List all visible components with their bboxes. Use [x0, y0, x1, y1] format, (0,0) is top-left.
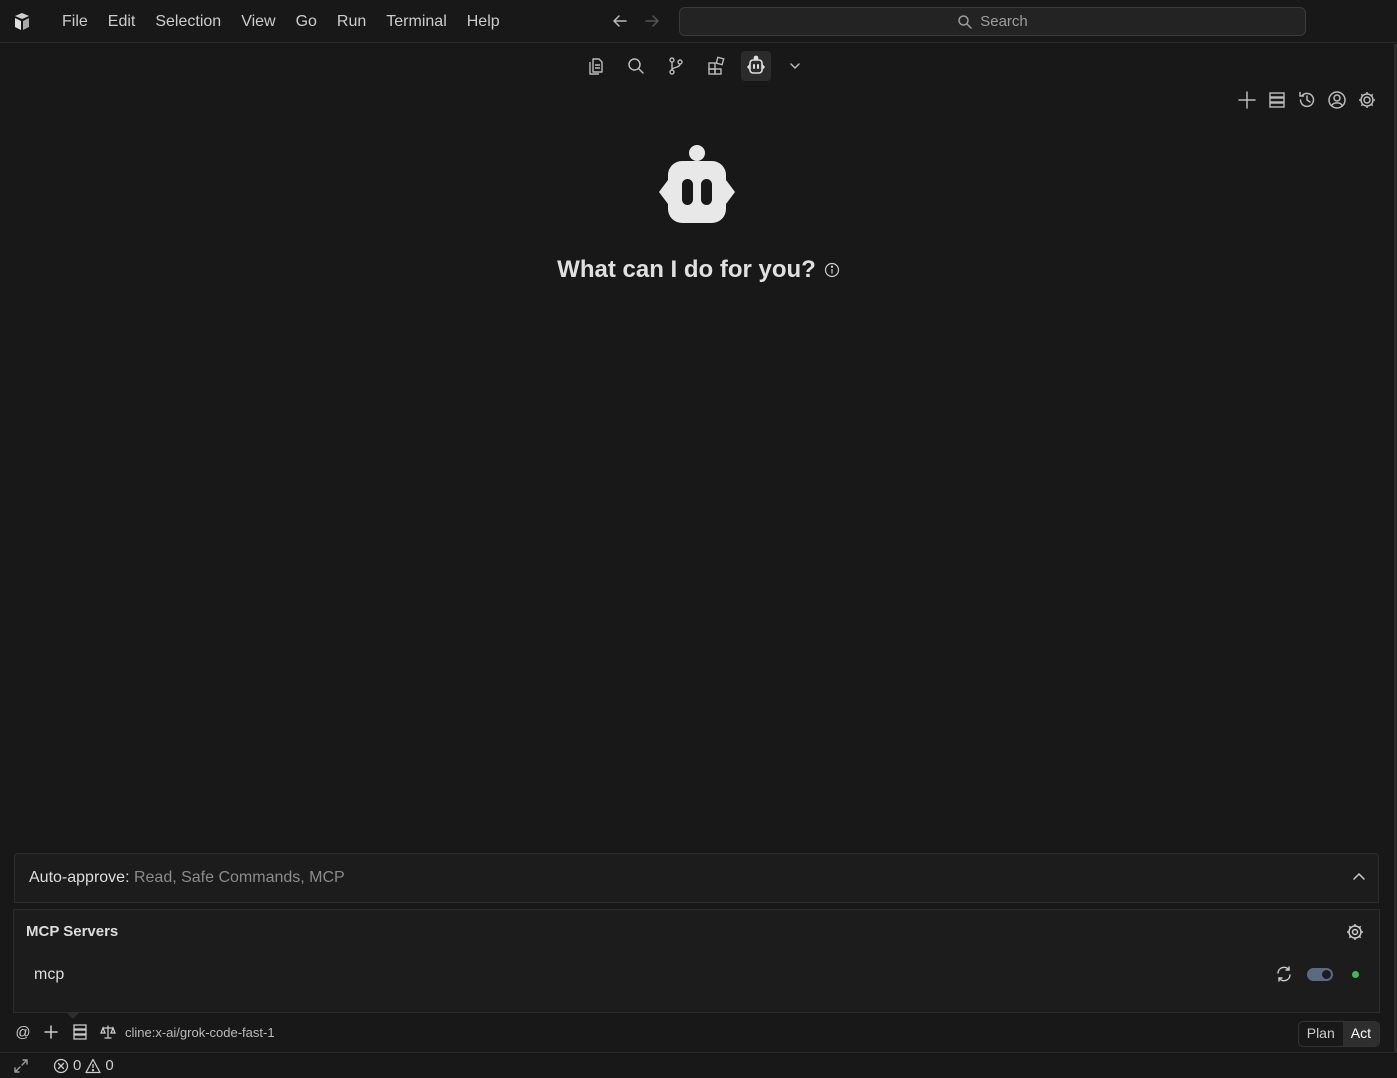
command-center-search[interactable]: Search: [679, 7, 1306, 36]
error-icon: [53, 1058, 69, 1074]
settings-gear-icon[interactable]: [1357, 89, 1377, 111]
model-selector-icon[interactable]: [99, 1023, 117, 1041]
cline-robot-logo: [658, 144, 736, 224]
mcp-status-dot: [1352, 971, 1359, 978]
info-icon[interactable]: [824, 262, 840, 278]
account-icon[interactable]: [1327, 89, 1347, 111]
remote-indicator-icon[interactable]: [12, 1057, 30, 1075]
menu-bar: File Edit Selection View Go Run Terminal…: [52, 0, 510, 43]
mcp-servers-panel: MCP Servers mcp: [13, 909, 1380, 1013]
source-control-icon[interactable]: [661, 51, 691, 81]
auto-approve-text: Auto-approve: Read, Safe Commands, MCP: [29, 869, 345, 887]
menu-go[interactable]: Go: [286, 9, 327, 35]
chevron-down-icon[interactable]: [784, 51, 806, 81]
forward-arrow-icon[interactable]: [642, 11, 662, 31]
menu-view[interactable]: View: [231, 9, 285, 35]
mcp-popover-tip: [66, 1012, 80, 1019]
warning-icon: [85, 1058, 101, 1074]
warning-count: 0: [105, 1057, 114, 1074]
panel-toolbar: [1237, 89, 1377, 111]
refresh-icon[interactable]: [1275, 965, 1293, 983]
search-label: Search: [980, 13, 1028, 30]
plus-icon[interactable]: [1237, 89, 1257, 111]
mcp-server-toggle[interactable]: [1307, 968, 1333, 981]
search-icon: [957, 14, 973, 30]
auto-approve-label: Auto-approve:: [29, 869, 130, 886]
model-name[interactable]: cline:x-ai/grok-code-fast-1: [125, 1025, 275, 1040]
app-logo-icon: [12, 12, 32, 32]
mcp-server-name[interactable]: mcp: [34, 966, 64, 984]
problems-indicator[interactable]: 0 0: [53, 1057, 114, 1074]
mention-button[interactable]: @: [14, 1023, 32, 1041]
back-arrow-icon[interactable]: [610, 11, 630, 31]
server-stack-icon[interactable]: [1267, 89, 1287, 111]
chat-input-toolbar: @ cline:x-ai/grok-code-fast-1 Plan Act: [14, 1020, 1380, 1047]
auto-approve-value: Read, Safe Commands, MCP: [133, 869, 345, 886]
mcp-settings-gear-icon[interactable]: [1345, 922, 1365, 942]
menu-edit[interactable]: Edit: [98, 9, 146, 35]
explorer-icon[interactable]: [581, 51, 611, 81]
title-bar: File Edit Selection View Go Run Terminal…: [0, 0, 1397, 43]
extensions-icon[interactable]: [701, 51, 731, 81]
menu-file[interactable]: File: [52, 9, 98, 35]
mode-plan[interactable]: Plan: [1299, 1022, 1343, 1046]
auto-approve-bar[interactable]: Auto-approve: Read, Safe Commands, MCP: [14, 853, 1379, 903]
activity-toolbar: [576, 50, 806, 82]
chevron-up-icon[interactable]: [1350, 868, 1368, 886]
welcome-title: What can I do for you?: [557, 256, 816, 283]
search-icon[interactable]: [621, 51, 651, 81]
plan-act-switch[interactable]: Plan Act: [1297, 1021, 1380, 1047]
status-bar: 0 0: [0, 1052, 1397, 1078]
menu-selection[interactable]: Selection: [145, 9, 231, 35]
server-stack-icon[interactable]: [71, 1023, 89, 1041]
mcp-servers-title: MCP Servers: [26, 923, 119, 940]
cline-robot-icon[interactable]: [741, 51, 771, 81]
mode-act[interactable]: Act: [1342, 1022, 1379, 1046]
menu-help[interactable]: Help: [457, 9, 510, 35]
menu-run[interactable]: Run: [327, 9, 376, 35]
welcome-heading-row: What can I do for you?: [0, 256, 1397, 284]
toggle-knob: [1322, 970, 1331, 979]
menu-terminal[interactable]: Terminal: [376, 9, 456, 35]
error-count: 0: [73, 1057, 82, 1074]
plus-icon[interactable]: [42, 1023, 60, 1041]
history-icon[interactable]: [1297, 89, 1317, 111]
